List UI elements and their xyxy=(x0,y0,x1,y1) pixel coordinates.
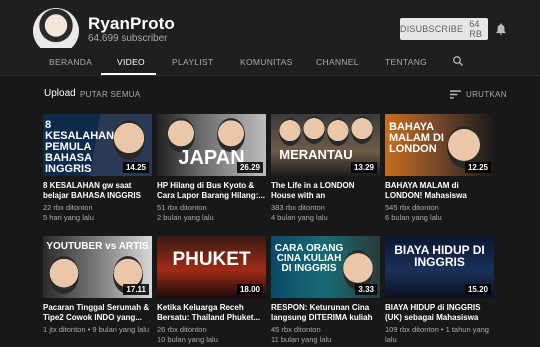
video-title[interactable]: Ketika Keluarga Receh Bersatu: Thailand … xyxy=(157,303,266,323)
video-views: 545 rbx ditonton xyxy=(385,203,439,212)
video-views: 26 rbx ditonton xyxy=(157,325,207,334)
tab-tentang[interactable]: TENTANG xyxy=(385,57,427,67)
video-title[interactable]: The Life in a LONDON House with an INDON… xyxy=(271,181,380,201)
sort-icon[interactable] xyxy=(450,90,461,99)
thumbnail-text: BAHAYA MALAM DI LONDON xyxy=(389,121,444,155)
video-thumbnail[interactable]: YOUTUBER vs ARTIS 17.11 xyxy=(43,236,152,298)
video-age: 11 bulan yang lalu xyxy=(271,335,332,344)
subscribed-count: 64 RB xyxy=(469,19,483,39)
video-duration: 14.25 xyxy=(122,162,149,173)
video-title[interactable]: 8 KESALAHAN gw saat belajar BAHASA INGGR… xyxy=(43,181,152,201)
video-title[interactable]: HP Hilang di Bus Kyoto & Cara Lapor Bara… xyxy=(157,181,266,201)
video-views: 22 rbx ditonton xyxy=(43,203,93,212)
play-all-button[interactable]: PUTAR SEMUA xyxy=(80,90,141,99)
subscribed-label: DISUBSCRIBE xyxy=(400,24,464,34)
video-card[interactable]: YOUTUBER vs ARTIS 17.11 Pacaran Tinggal … xyxy=(43,236,152,335)
video-card[interactable]: BAHAYA MALAM DI LONDON 12.25 BAHAYA MALA… xyxy=(385,114,494,223)
video-card[interactable]: JAPAN 26.29 HP Hilang di Bus Kyoto & Car… xyxy=(157,114,266,223)
video-toolbar: Upload PUTAR SEMUA URUTKAN xyxy=(0,84,540,104)
video-duration: 18.00 xyxy=(236,284,263,295)
video-thumbnail[interactable]: JAPAN 26.29 xyxy=(157,114,266,176)
video-age: 10 bulan yang lalu xyxy=(157,335,218,344)
video-thumbnail[interactable]: BIAYA HIDUP DI INGGRIS 15.20 xyxy=(385,236,494,298)
thumbnail-text: MERANTAU xyxy=(279,147,353,162)
video-thumbnail[interactable]: 8 KESALAHAN PEMULA BAHASA INGGRIS 14.25 xyxy=(43,114,152,176)
tab-beranda[interactable]: BERANDA xyxy=(49,57,92,67)
video-duration: 15.20 xyxy=(464,284,491,295)
video-duration: 12.25 xyxy=(464,162,491,173)
video-thumbnail[interactable]: CARA ORANG CINA KULIAH DI INGGRIS 3.33 xyxy=(271,236,380,298)
video-card[interactable]: CARA ORANG CINA KULIAH DI INGGRIS 3.33 R… xyxy=(271,236,380,345)
video-age: 5 hari yang lalu xyxy=(43,213,94,222)
thumbnail-text: YOUTUBER vs ARTIS xyxy=(46,241,149,252)
video-card[interactable]: 8 KESALAHAN PEMULA BAHASA INGGRIS 14.25 … xyxy=(43,114,152,223)
video-views: 109 rbx ditonton • 1 tahun yang lalu xyxy=(385,325,489,344)
video-age: 2 bulan yang lalu xyxy=(157,213,214,222)
video-card[interactable]: PHUKET 18.00 Ketika Keluarga Receh Bersa… xyxy=(157,236,266,345)
video-views: 1 jtx ditonton • 9 bulan yang lalu xyxy=(43,325,150,334)
tab-komunitas[interactable]: KOMUNITAS xyxy=(240,57,293,67)
search-icon[interactable] xyxy=(452,55,464,67)
video-duration: 26.29 xyxy=(236,162,263,173)
upload-filter[interactable]: Upload xyxy=(44,88,76,99)
thumbnail-text: PHUKET xyxy=(172,249,251,270)
video-duration: 13.29 xyxy=(350,162,377,173)
video-title[interactable]: BAHAYA MALAM di LONDON! Mahasiswa Ditodo… xyxy=(385,181,494,201)
video-age: 6 bulan yang lalu xyxy=(385,213,442,222)
thumbnail-text: CARA ORANG CINA KULIAH DI INGGRIS xyxy=(274,243,344,274)
video-card[interactable]: BIAYA HIDUP DI INGGRIS 15.20 BIAYA HIDUP… xyxy=(385,236,494,345)
subscriber-count: 64.699 subscriber xyxy=(88,33,168,44)
video-title[interactable]: Pacaran Tinggal Serumah & Tipe2 Cowok IN… xyxy=(43,303,152,323)
video-views: 51 rbx ditonton xyxy=(157,203,207,212)
active-tab-indicator xyxy=(101,73,156,75)
channel-name[interactable]: RyanProto xyxy=(88,14,175,34)
video-age: 4 bulan yang lalu xyxy=(271,213,328,222)
bell-icon[interactable] xyxy=(494,22,508,36)
video-thumbnail[interactable]: MERANTAU 13.29 xyxy=(271,114,380,176)
video-title[interactable]: BIAYA HIDUP di INGGRIS (UK) sebagai Maha… xyxy=(385,303,494,323)
tab-channel[interactable]: CHANNEL xyxy=(316,57,359,67)
video-duration: 17.11 xyxy=(123,284,149,295)
subscribed-button[interactable]: DISUBSCRIBE 64 RB xyxy=(400,18,488,40)
sort-button[interactable]: URUTKAN xyxy=(466,90,507,99)
channel-header: RyanProto 64.699 subscriber DISUBSCRIBE … xyxy=(0,0,540,54)
video-card[interactable]: MERANTAU 13.29 The Life in a LONDON Hous… xyxy=(271,114,380,223)
tab-video[interactable]: VIDEO xyxy=(117,57,145,67)
tab-playlist[interactable]: PLAYLIST xyxy=(172,57,213,67)
video-thumbnail[interactable]: BAHAYA MALAM DI LONDON 12.25 xyxy=(385,114,494,176)
thumbnail-text: 8 KESALAHAN PEMULA BAHASA INGGRIS xyxy=(45,119,115,175)
video-title[interactable]: RESPON: Keturunan Cina langsung DITERIMA… xyxy=(271,303,380,323)
video-views: 383 rbx ditonton xyxy=(271,203,325,212)
thumbnail-text: BIAYA HIDUP DI INGGRIS xyxy=(394,243,485,269)
video-thumbnail[interactable]: PHUKET 18.00 xyxy=(157,236,266,298)
video-duration: 3.33 xyxy=(355,284,377,295)
video-views: 45 rbx ditonton xyxy=(271,325,321,334)
